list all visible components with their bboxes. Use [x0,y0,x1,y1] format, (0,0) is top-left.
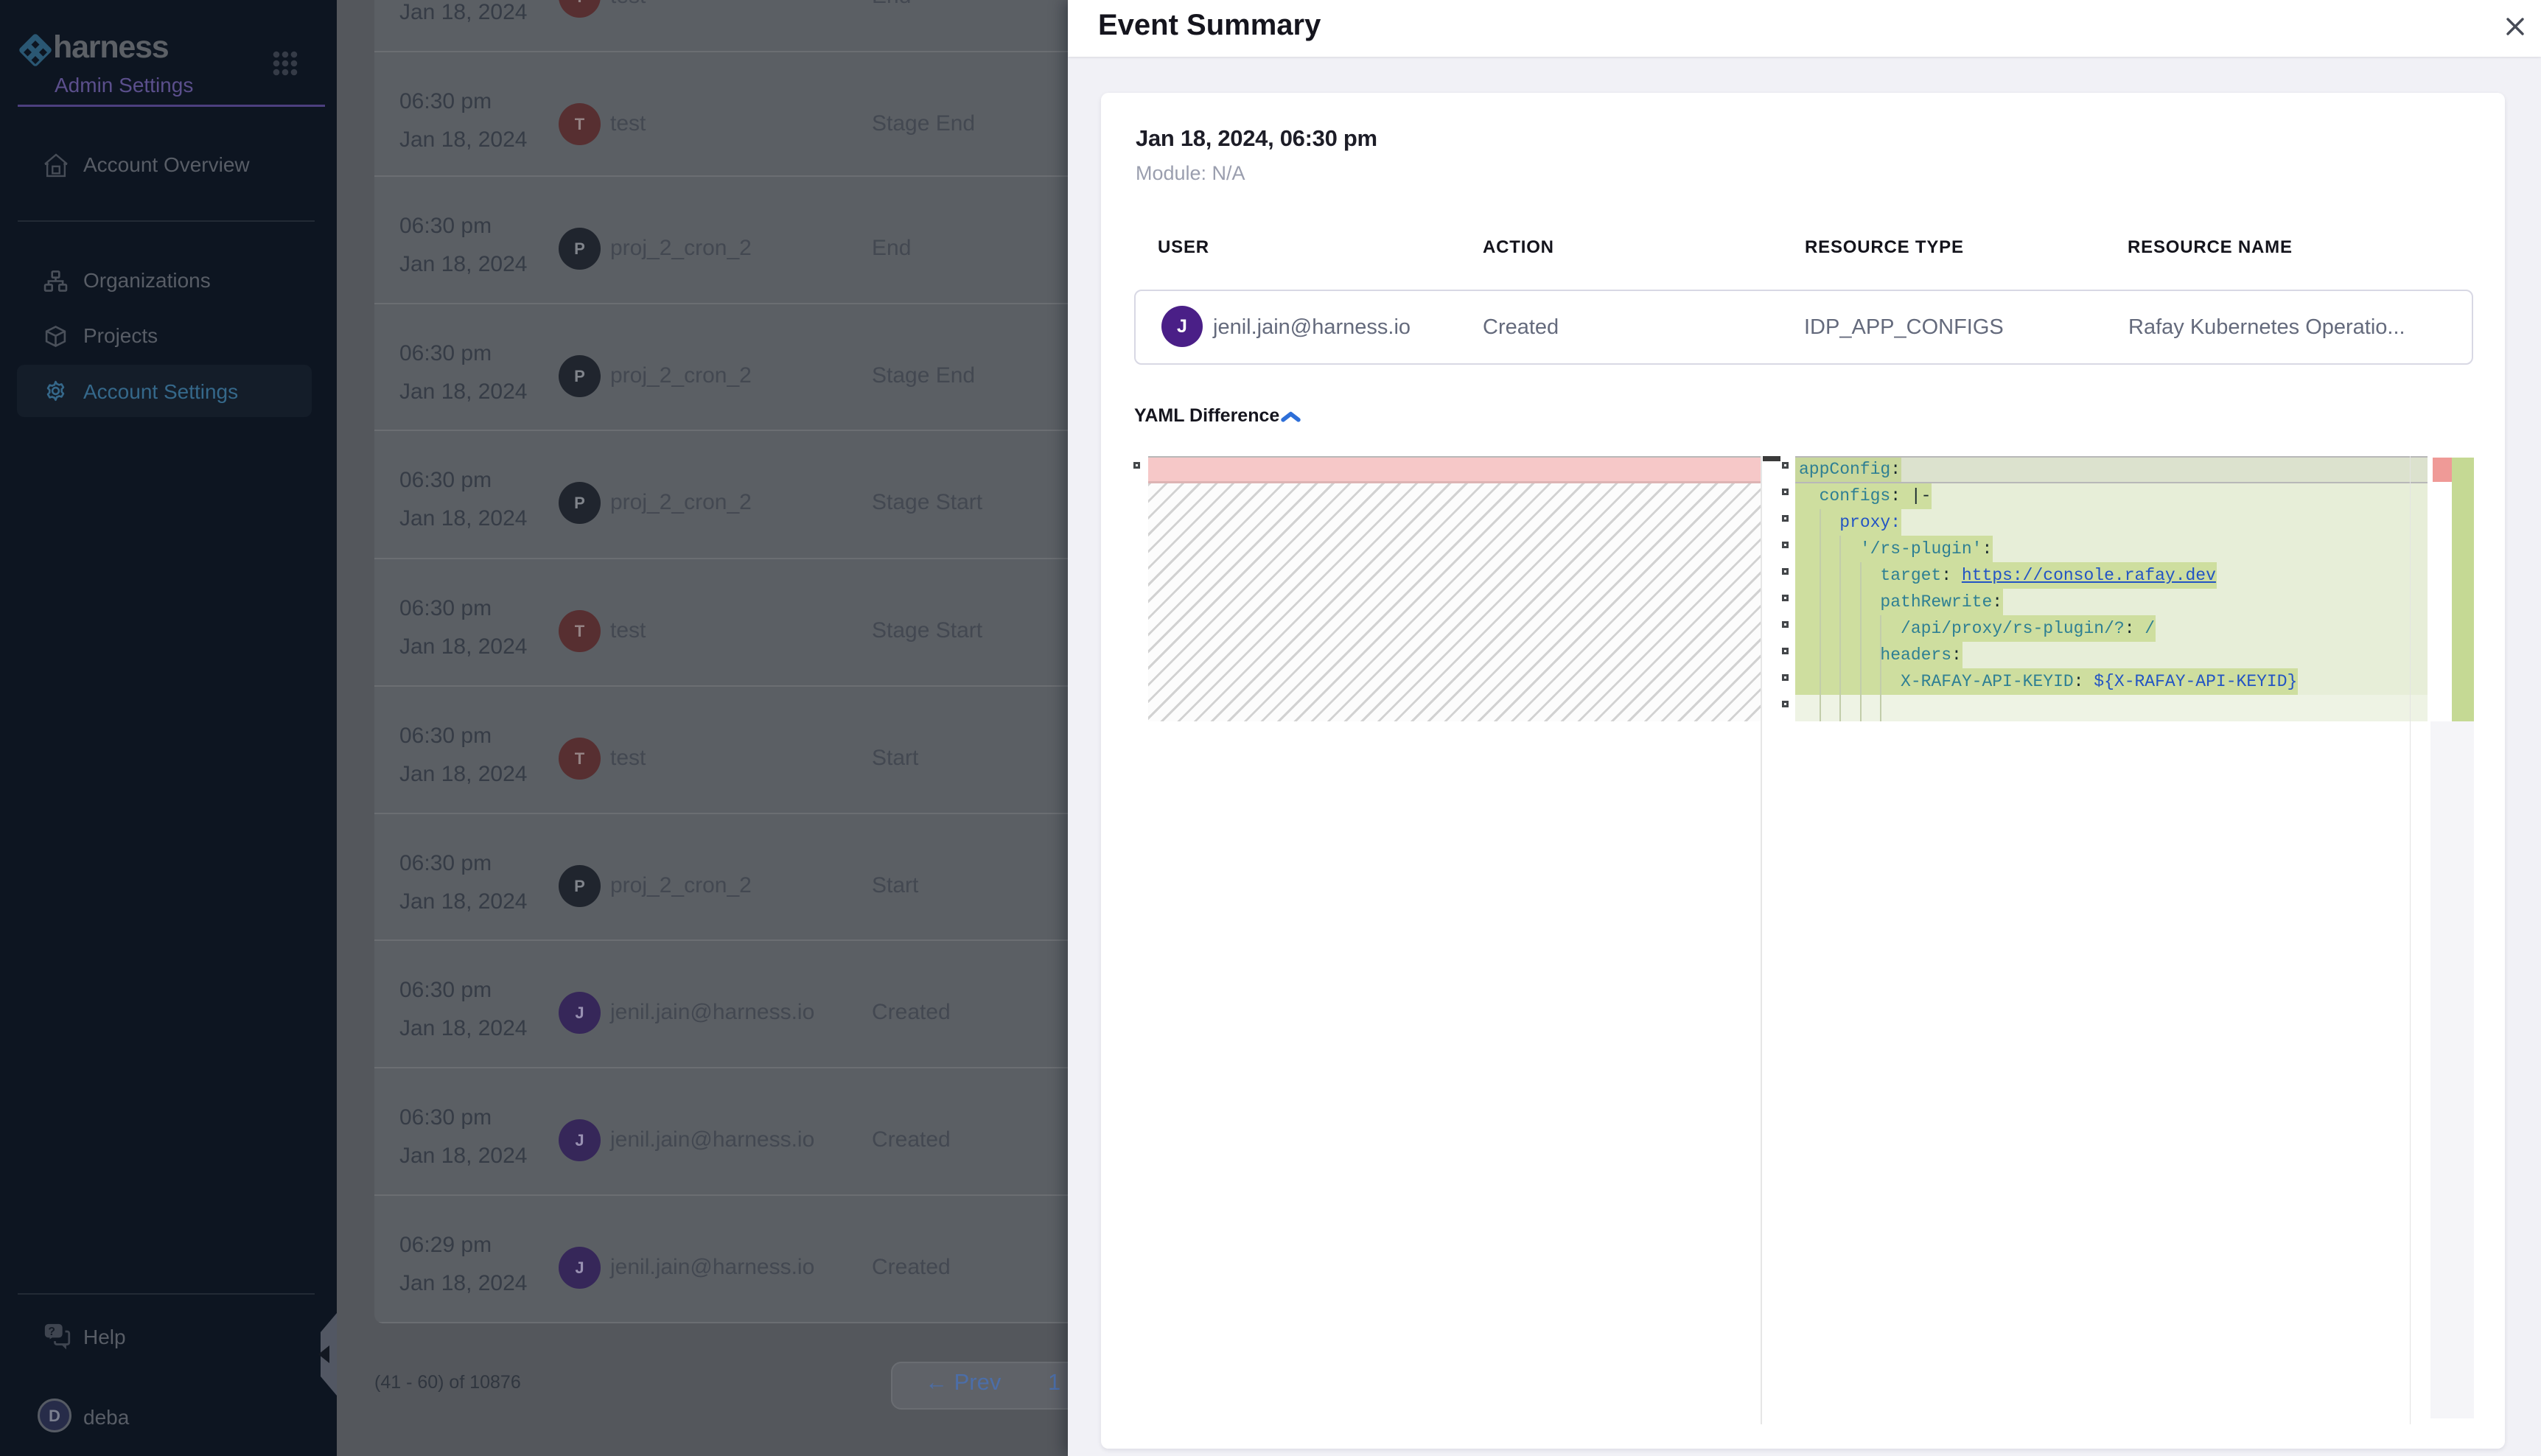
svg-text:?: ? [48,1326,55,1338]
